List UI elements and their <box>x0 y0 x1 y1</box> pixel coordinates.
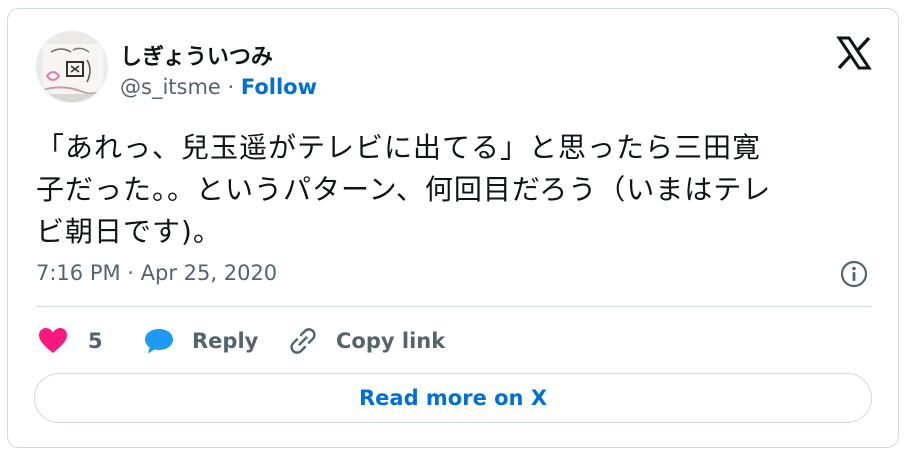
avatar-image <box>37 32 107 102</box>
follow-button[interactable]: Follow <box>241 75 317 99</box>
handle-row: @s_itsme · Follow <box>120 75 317 99</box>
copy-link-label: Copy link <box>336 329 446 353</box>
divider <box>36 306 872 307</box>
heart-icon <box>38 327 68 355</box>
tweet-card: しぎょういつみ @s_itsme · Follow 「あれっ、兒玉遥がテレビに出… <box>7 8 899 448</box>
x-logo-icon[interactable] <box>836 35 872 71</box>
handle-separator: · <box>220 75 241 99</box>
display-name[interactable]: しぎょういつみ <box>120 39 273 71</box>
like-button[interactable]: 5 <box>38 323 103 359</box>
reply-button[interactable]: Reply <box>144 323 258 359</box>
handle[interactable]: @s_itsme <box>120 75 221 99</box>
speech-bubble-icon <box>144 327 174 355</box>
like-count: 5 <box>88 329 103 353</box>
copy-link-button[interactable]: Copy link <box>288 323 445 359</box>
tweet-text: 「あれっ、兒玉遥がテレビに出てる」と思ったら三田寛 子だった。。というパターン、… <box>36 131 772 248</box>
avatar[interactable] <box>36 31 108 103</box>
info-icon[interactable] <box>839 259 869 289</box>
link-icon <box>288 326 318 356</box>
read-more-button[interactable]: Read more on X <box>34 373 872 423</box>
reply-label: Reply <box>192 329 259 353</box>
tweet-timestamp[interactable]: 7:16 PM · Apr 25, 2020 <box>36 261 277 285</box>
